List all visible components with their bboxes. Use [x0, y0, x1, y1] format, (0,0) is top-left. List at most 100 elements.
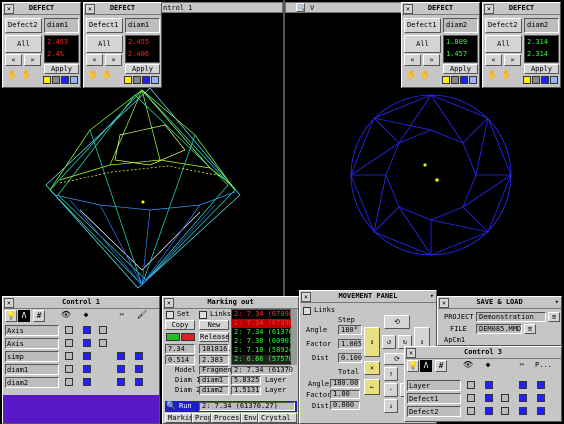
total-angle-field[interactable]: 180.00 [330, 379, 360, 388]
list-item[interactable]: diam1 [5, 364, 59, 375]
total-factor-field[interactable]: 1.00 [330, 390, 360, 399]
color-swatch-yellow[interactable] [124, 76, 132, 84]
toggle-box[interactable] [99, 326, 107, 334]
toggle-box[interactable] [83, 352, 91, 360]
tab-process[interactable]: Process [211, 413, 241, 423]
angle-step-field[interactable]: 180° [338, 325, 362, 335]
next-button[interactable]: » [504, 54, 521, 66]
list-item[interactable]: 2: 7.34 (61370 [232, 328, 293, 337]
hand-icon[interactable]: ✋ [406, 70, 416, 80]
toggle-box[interactable] [467, 381, 475, 389]
hand-icon[interactable]: ✋ [21, 70, 31, 80]
project-menu-button[interactable]: ≡ [548, 312, 560, 322]
tab-env[interactable]: Env [241, 413, 258, 423]
close-icon[interactable]: ✕ [164, 298, 174, 308]
list-item[interactable]: Axis [5, 338, 59, 349]
cut-icon[interactable]: ✂ [115, 310, 129, 322]
toggle-box[interactable] [501, 394, 509, 402]
toggle-box[interactable] [467, 394, 475, 402]
color-swatch-gray[interactable] [451, 76, 459, 84]
new-button[interactable]: New [199, 320, 229, 330]
toggle-box[interactable] [65, 352, 73, 360]
move-down-button[interactable]: ↓ [384, 399, 398, 413]
color-swatch-yellow[interactable] [523, 76, 531, 84]
color-swatch-green[interactable] [166, 333, 180, 341]
diam1-field[interactable]: diam1 [199, 376, 229, 385]
toggle-box[interactable] [83, 339, 91, 347]
toggle-box[interactable] [117, 365, 125, 373]
diamond-shape-icon[interactable]: ◆ [79, 310, 93, 322]
rotate-ccw-button[interactable]: ↺ [382, 335, 396, 349]
toggle-box[interactable] [501, 407, 509, 415]
list-item[interactable]: Defect1 [407, 393, 461, 404]
close-icon[interactable]: ✕ [403, 4, 413, 14]
all-button[interactable]: All [5, 35, 42, 53]
bulb-icon[interactable]: 💡 [407, 360, 419, 372]
set-checkbox[interactable] [166, 311, 174, 319]
close-icon[interactable]: ✕ [301, 292, 311, 302]
tab-prog[interactable]: Prog [192, 413, 211, 423]
apply-button[interactable]: Apply [524, 64, 559, 74]
toggle-box[interactable] [485, 407, 493, 415]
hand-icon[interactable]: ✋ [487, 70, 497, 80]
hand-icon[interactable]: ✋ [501, 70, 511, 80]
color-swatch-blue[interactable] [460, 76, 468, 84]
release-button[interactable]: Release [199, 332, 230, 342]
list-item[interactable]: simp [5, 351, 59, 362]
hand-icon[interactable]: ✋ [102, 70, 112, 80]
model-field[interactable]: Fragment [199, 366, 236, 375]
factor-step-field[interactable]: 1.005 [338, 339, 362, 349]
color-swatch-lightblue[interactable] [70, 76, 78, 84]
color-swatch-lightblue[interactable] [550, 76, 558, 84]
color-swatch-yellow[interactable] [442, 76, 450, 84]
list-item[interactable]: Axis [5, 325, 59, 336]
color-swatch-lightblue[interactable] [469, 76, 477, 84]
toggle-box[interactable] [135, 352, 143, 360]
rotate-up-button[interactable]: ⟲ [384, 315, 410, 329]
list-item[interactable]: 2: 7.38 (60907 [232, 337, 293, 346]
file-menu-button[interactable]: ≡ [524, 324, 536, 334]
links-checkbox[interactable] [303, 307, 311, 315]
toggle-box[interactable] [83, 365, 91, 373]
all-button[interactable]: All [485, 35, 522, 53]
prev-button[interactable]: « [86, 54, 103, 66]
run-label[interactable]: Run [177, 402, 192, 411]
move-left-button[interactable]: ← [364, 379, 380, 395]
toggle-box[interactable] [65, 339, 73, 347]
hand-icon[interactable]: ✋ [88, 70, 98, 80]
center-button[interactable]: · [384, 383, 398, 397]
color-swatch-gray[interactable] [133, 76, 141, 84]
value-field[interactable]: 2.383 [199, 355, 229, 365]
hand-icon[interactable]: ✋ [420, 70, 430, 80]
prev-button[interactable]: « [5, 54, 22, 66]
color-swatch-yellow[interactable] [43, 76, 51, 84]
toggle-box[interactable] [537, 394, 545, 402]
tab-crystal[interactable]: Crystal [258, 413, 297, 423]
toggle-box[interactable] [485, 381, 493, 389]
letter-icon[interactable]: Λ [420, 360, 432, 372]
links-checkbox[interactable] [199, 311, 207, 319]
run-icon[interactable]: 🔍 [166, 401, 176, 411]
grid-icon[interactable]: # [435, 360, 447, 372]
list-item[interactable]: diam2 [5, 377, 59, 388]
color-swatch-blue[interactable] [61, 76, 69, 84]
all-button[interactable]: All [404, 35, 441, 53]
next-button[interactable]: » [24, 54, 41, 66]
diam2-value[interactable]: 1.5131 [231, 386, 261, 395]
file-field[interactable]: DEM085.MMD [476, 324, 522, 334]
list-item[interactable]: 2: 7.18 (58924 [232, 346, 293, 355]
toggle-box[interactable] [83, 326, 91, 334]
prev-button[interactable]: « [485, 54, 502, 66]
minimize-icon[interactable]: ▾ [555, 297, 559, 308]
eye-icon[interactable]: 👁 [461, 360, 475, 372]
project-field[interactable]: Demonstration [476, 312, 546, 322]
letter-icon[interactable]: Λ [18, 310, 30, 322]
scale-button[interactable]: ✕ [364, 361, 380, 375]
cut-icon[interactable]: ✂ [515, 360, 529, 372]
close-icon[interactable]: ✕ [4, 4, 14, 14]
value-field[interactable]: 101816.4 [199, 344, 236, 354]
color-swatch-gray[interactable] [52, 76, 60, 84]
eye-icon[interactable]: 👁 [59, 310, 73, 322]
minimize-icon[interactable]: ▾ [430, 291, 434, 302]
toggle-box[interactable] [519, 381, 527, 389]
